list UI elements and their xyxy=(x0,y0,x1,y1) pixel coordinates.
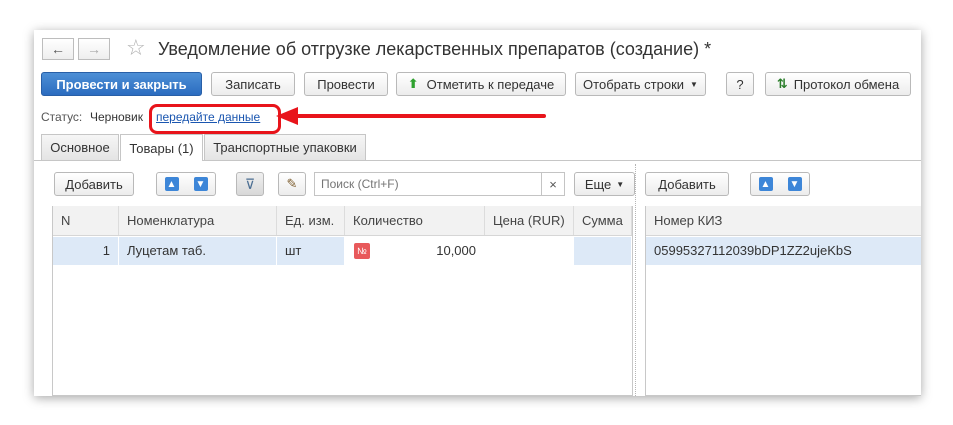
tab-main[interactable]: Основное xyxy=(41,134,119,160)
clear-search-button[interactable]: × xyxy=(541,173,564,195)
column-sum[interactable]: Сумма xyxy=(574,206,632,235)
filter-icon: ⊽ xyxy=(244,175,256,192)
row-sum xyxy=(574,237,632,265)
help-button[interactable]: ? xyxy=(726,72,754,96)
page-title: Уведомление об отгрузке лекарственных пр… xyxy=(158,39,712,59)
add-goods-button[interactable]: Добавить xyxy=(54,172,134,196)
add-kiz-button[interactable]: Добавить xyxy=(645,172,729,196)
move-up-icon[interactable]: ▲ xyxy=(164,177,179,191)
row-quantity-cell[interactable]: № 10,000 xyxy=(345,237,485,265)
exchange-log-button[interactable]: ⇅ Протокол обмена xyxy=(765,72,911,96)
post-and-close-button[interactable]: Провести и закрыть xyxy=(41,72,202,96)
move-down-icon[interactable]: ▼ xyxy=(787,177,802,191)
column-unit[interactable]: Ед. изм. xyxy=(277,206,345,235)
kiz-move-buttons: ▲ ▼ xyxy=(750,172,810,196)
row-unit[interactable]: шт xyxy=(277,237,345,265)
forward-button[interactable]: → xyxy=(78,38,110,60)
row-price[interactable] xyxy=(485,237,574,265)
more-label: Еще xyxy=(584,176,612,192)
exchange-log-label: Протокол обмена xyxy=(793,76,900,92)
number-sign-icon: № xyxy=(354,243,370,259)
red-arrow-annotation xyxy=(276,107,546,125)
goods-table-header: N Номенклатура Ед. изм. Количество Цена … xyxy=(53,206,632,236)
row-item[interactable]: Луцетам таб. xyxy=(119,237,277,265)
document-window: ← → ☆ Уведомление об отгрузке лекарствен… xyxy=(34,30,921,396)
mark-for-transfer-button[interactable]: ⬆ Отметить к передаче xyxy=(396,72,566,96)
post-button[interactable]: Провести xyxy=(304,72,388,96)
move-up-icon[interactable]: ▲ xyxy=(758,177,773,191)
row-kiz[interactable]: 05995327112039bDP1ZZ2ujeKbS xyxy=(646,237,921,265)
move-down-icon[interactable]: ▼ xyxy=(193,177,208,191)
table-row[interactable]: 05995327112039bDP1ZZ2ujeKbS xyxy=(646,237,921,265)
mark-for-transfer-label: Отметить к передаче xyxy=(426,76,555,92)
chevron-down-icon: ▼ xyxy=(690,79,698,89)
search-box: × xyxy=(314,172,565,196)
arrow-left-icon: ← xyxy=(51,41,65,57)
row-quantity: 10,000 xyxy=(436,243,476,258)
column-n[interactable]: N xyxy=(53,206,119,235)
pen-button[interactable]: ✎ xyxy=(278,172,306,196)
favorite-star-icon[interactable]: ☆ xyxy=(126,35,146,61)
move-buttons: ▲ ▼ xyxy=(156,172,216,196)
tab-transport-packages[interactable]: Транспортные упаковки xyxy=(204,134,366,160)
column-quantity[interactable]: Количество xyxy=(345,206,485,235)
tab-goods[interactable]: Товары (1) xyxy=(120,134,203,161)
column-kiz-number[interactable]: Номер КИЗ xyxy=(646,206,921,235)
green-up-arrow-icon: ⬆ xyxy=(407,76,419,91)
status-label: Статус: xyxy=(41,110,83,124)
panel-splitter[interactable] xyxy=(635,164,636,396)
arrow-right-icon: → xyxy=(87,41,101,57)
row-number: 1 xyxy=(53,237,119,265)
kiz-table-header: Номер КИЗ xyxy=(646,206,921,236)
search-input[interactable] xyxy=(315,173,540,195)
back-button[interactable]: ← xyxy=(42,38,74,60)
select-rows-label: Отобрать строки xyxy=(583,76,685,92)
table-row[interactable]: 1 Луцетам таб. шт № 10,000 xyxy=(53,237,632,265)
marker-icon: ✎ xyxy=(286,176,298,191)
column-nomenclature[interactable]: Номенклатура xyxy=(119,206,277,235)
highlight-annotation xyxy=(149,104,281,134)
exchange-icon: ⇅ xyxy=(776,76,788,91)
select-rows-dropdown[interactable]: Отобрать строки ▼ xyxy=(575,72,706,96)
save-button[interactable]: Записать xyxy=(211,72,295,96)
column-price[interactable]: Цена (RUR) xyxy=(485,206,574,235)
chevron-down-icon: ▼ xyxy=(616,179,625,189)
more-dropdown[interactable]: Еще ▼ xyxy=(574,172,635,196)
status-value: Черновик xyxy=(90,110,143,124)
filter-button[interactable]: ⊽ xyxy=(236,172,264,196)
